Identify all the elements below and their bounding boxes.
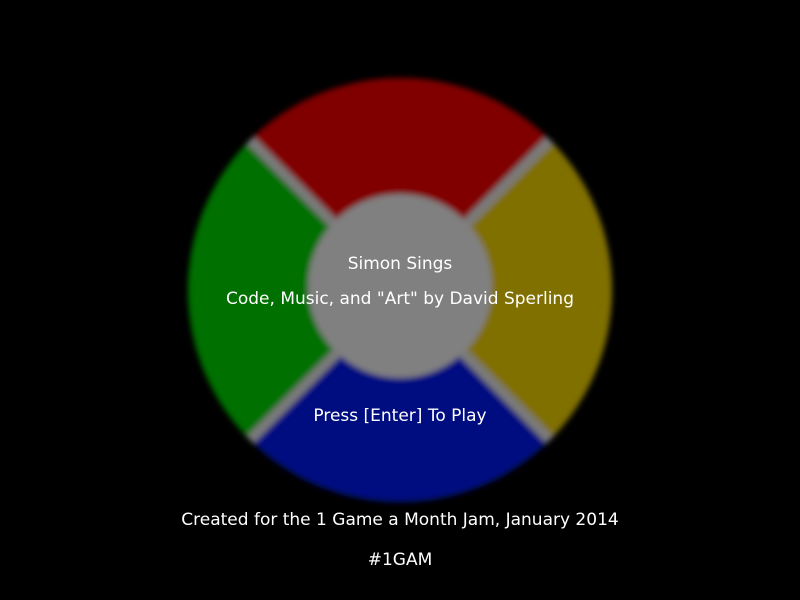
- start-prompt[interactable]: Press [Enter] To Play: [0, 406, 800, 426]
- jam-footer: Created for the 1 Game a Month Jam, Janu…: [181, 510, 619, 530]
- hashtag: #1GAM: [367, 550, 433, 570]
- credits-text: Code, Music, and "Art" by David Sperling: [225, 289, 574, 309]
- game-title: Simon Sings: [347, 254, 453, 274]
- center-hub: [308, 194, 492, 378]
